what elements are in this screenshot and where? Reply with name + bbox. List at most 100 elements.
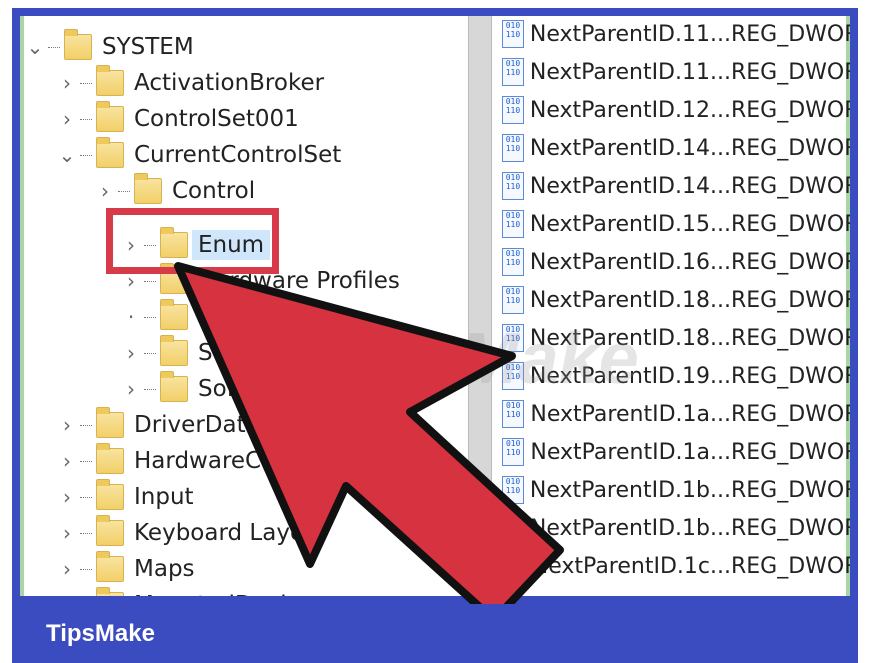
folder-icon (96, 407, 124, 438)
tree-dots (118, 190, 130, 192)
tree-item-controlset001[interactable]: › ControlSet001 (58, 101, 299, 136)
folder-icon (160, 335, 188, 366)
chevron-right-icon[interactable]: › (58, 449, 76, 473)
reg-binary-icon: 010 110 (502, 248, 524, 276)
value-type: REG_DWORI (730, 515, 858, 541)
value-name: NextParentID.11... (529, 59, 731, 85)
value-row[interactable]: 010 110 NextParentID.1b... REG_DWORI (502, 509, 858, 547)
chevron-right-icon[interactable]: › (122, 269, 140, 293)
folder-icon (96, 137, 124, 168)
value-name: NextParentID.1c... (531, 553, 731, 579)
tree-item-system[interactable]: ⌄ SYSTEM (26, 29, 194, 64)
value-row[interactable]: 010 110 NextParentID.1c... REG_DWORI (502, 547, 850, 585)
reg-binary-icon: 010 110 (502, 476, 524, 504)
tree-item-mounteddevices[interactable]: · MountedDevices (58, 587, 325, 596)
value-type: REG_DWORI (730, 325, 858, 351)
tree-item-p[interactable]: · P (122, 299, 212, 334)
chevron-right-icon[interactable]: › (58, 521, 76, 545)
tree-label: HardwareCo (134, 448, 276, 474)
tree-item-ser[interactable]: › Ser (122, 335, 237, 370)
value-type: REG_DWORI (730, 287, 858, 313)
value-row[interactable]: 010 110 NextParentID.12... REG_DWORI (502, 91, 850, 129)
folder-icon (160, 371, 188, 402)
watermark-text: TipsMake (312, 319, 639, 399)
value-name: NextParentID.1b... (529, 515, 731, 541)
reg-binary-icon: 010 110 (502, 20, 524, 48)
tree-item-input[interactable]: › Input (58, 479, 194, 514)
tree-dots (80, 118, 92, 120)
value-row[interactable]: 010 110 NextParentID.14... REG_DWORI (502, 167, 858, 205)
value-row[interactable]: 010 110 NextParentID.1a... REG_DWORI (502, 395, 858, 433)
folder-icon (134, 173, 162, 204)
value-name: NextParentID.1a... (530, 401, 731, 427)
tree-item-keyboard-layo[interactable]: › Keyboard Layo (58, 515, 305, 550)
value-name: NextParentID.12... (529, 97, 731, 123)
folder-icon (96, 101, 124, 132)
registry-values-list[interactable]: 010 110 NextParentID.11... REG_DWORI 010 1… (502, 20, 858, 591)
chevron-right-icon[interactable]: › (122, 377, 140, 401)
value-type: REG_DWORI (730, 439, 858, 465)
tree-item-control[interactable]: › Control (96, 173, 255, 208)
reg-binary-icon: 010 110 (502, 210, 524, 238)
value-row[interactable]: 010 110 NextParentID.1a... REG_DWORI (502, 433, 858, 471)
chevron-right-icon[interactable]: › (58, 557, 76, 581)
folder-icon (160, 299, 188, 330)
tree-item-driverdata[interactable]: › DriverData (58, 407, 260, 442)
reg-binary-icon: 010 110 (502, 514, 524, 542)
tree-line: · (127, 305, 135, 329)
value-row[interactable]: 010 110 NextParentID.15... REG_DWORI (502, 205, 850, 243)
value-type: REG_DWORI (730, 249, 858, 275)
pane-splitter[interactable] (468, 16, 492, 596)
tree-label: ActivationBroker (134, 70, 325, 96)
value-row[interactable]: 010 110 NextParentID.11... REG_DWORI (502, 16, 850, 53)
value-name: NextParentID.14... (529, 173, 731, 199)
tree-item-maps[interactable]: › Maps (58, 551, 195, 586)
tree-item-activationbroker[interactable]: › ActivationBroker (58, 65, 325, 100)
tree-item-hardwareco[interactable]: › HardwareCo (58, 443, 276, 478)
chevron-right-icon[interactable]: › (58, 485, 76, 509)
enum-highlight-box (106, 208, 279, 274)
value-row[interactable]: 010 110 NextParentID.16... REG_DWORI (502, 243, 858, 281)
folder-icon (96, 551, 124, 582)
tree-label: Keyboard Layo (134, 520, 305, 546)
folder-icon (64, 29, 92, 60)
screenshot-frame: ⌄ SYSTEM › ActivationBroker › ControlSet… (12, 8, 858, 604)
chevron-right-icon[interactable]: › (122, 341, 140, 365)
chevron-right-icon[interactable]: › (58, 71, 76, 95)
reg-binary-icon: 010 110 (502, 400, 525, 428)
tree-label: Ser (198, 340, 237, 366)
chevron-right-icon[interactable]: › (58, 107, 76, 131)
chevron-down-icon[interactable]: ⌄ (26, 35, 44, 59)
value-type: REG_DWORI (730, 401, 858, 427)
value-row[interactable]: 010 110 NextParentID.1b... REG_DWORI (502, 471, 850, 509)
value-name: NextParentID.18... (529, 287, 731, 313)
chevron-right-icon[interactable]: › (96, 179, 114, 203)
value-row[interactable]: 010 110 NextParentID.14... REG_DWORI (502, 129, 858, 167)
reg-binary-icon: 010 110 (502, 96, 524, 124)
tree-label: Input (134, 484, 194, 510)
tree-label: Softv (198, 376, 257, 402)
tree-label: DriverData (134, 412, 260, 438)
tree-dots (144, 352, 156, 354)
folder-icon (96, 65, 124, 96)
tree-item-currentcontrolset[interactable]: ⌄ CurrentControlSet (58, 137, 342, 172)
folder-icon (96, 587, 124, 596)
value-row[interactable]: 010 110 NextParentID.18... REG_DWORI (502, 281, 858, 319)
registry-tree[interactable]: ⌄ SYSTEM › ActivationBroker › ControlSet… (26, 29, 460, 596)
reg-binary-icon: 010 110 (502, 552, 526, 580)
tree-dots (144, 316, 156, 318)
tree-item-softv[interactable]: › Softv (122, 371, 257, 406)
value-name: NextParentID.1a... (530, 439, 731, 465)
reg-binary-icon: 010 110 (502, 172, 524, 200)
value-type: REG_DWORI (730, 173, 858, 199)
brand-label: TipsMake (46, 619, 155, 647)
value-name: NextParentID.14... (529, 135, 731, 161)
footer-bar: TipsMake (12, 604, 858, 663)
tree-dots (80, 496, 92, 498)
tree-dots (48, 46, 60, 48)
value-type: REG_DWORI (730, 135, 858, 161)
chevron-down-icon[interactable]: ⌄ (58, 143, 76, 167)
tree-label: CurrentControlSet (134, 142, 342, 168)
chevron-right-icon[interactable]: › (58, 413, 76, 437)
value-row[interactable]: 010 110 NextParentID.11... REG_DWORI (502, 53, 850, 91)
